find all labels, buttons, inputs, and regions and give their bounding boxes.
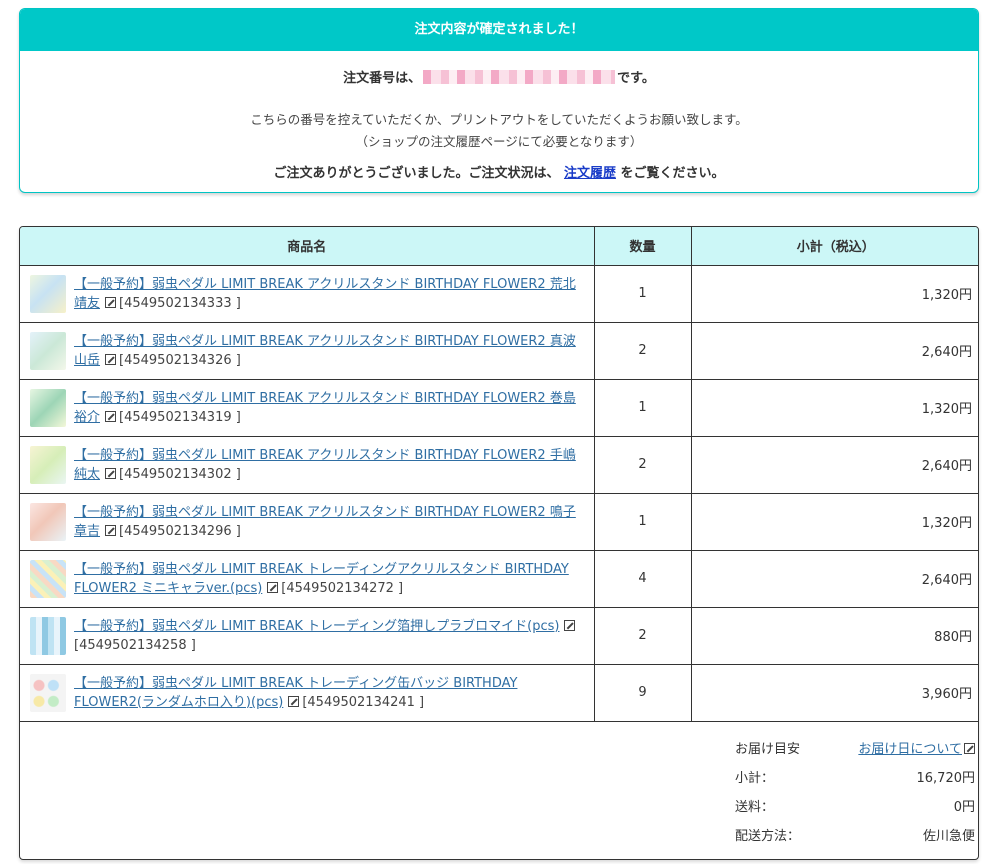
order-items-table: 商品名 数量 小計（税込） 【一般予約】弱虫ペダル LIMIT BREAK アク… (19, 226, 979, 860)
item-subtotal: 2,640円 (691, 322, 978, 380)
product-jan: [4549502134319 ] (119, 409, 241, 425)
external-link-icon (564, 619, 576, 631)
confirmation-header: 注文内容が確定されました！ (20, 9, 978, 51)
external-link-icon (105, 410, 117, 422)
product-jan: [4549502134296 ] (119, 523, 241, 539)
shipping-value: 0円 (953, 800, 975, 815)
note-line-1: こちらの番号を控えていただくか、プリントアウトをしていただくようお願い致します。 (250, 112, 748, 127)
column-header-qty: 数量 (594, 227, 692, 266)
shipping-label: 送料： (735, 800, 775, 815)
product-thumbnail[interactable] (30, 559, 66, 598)
product-thumbnail[interactable] (30, 673, 66, 712)
table-row: 【一般予約】弱虫ペダル LIMIT BREAK アクリルスタンド BIRTHDA… (20, 322, 978, 380)
item-quantity: 2 (594, 607, 692, 665)
table-row: 【一般予約】弱虫ペダル LIMIT BREAK アクリルスタンド BIRTHDA… (20, 379, 978, 437)
order-number-prefix: 注文番号は、 (343, 71, 422, 86)
product-jan: [4549502134241 ] (302, 694, 425, 710)
order-confirmation-panel: 注文内容が確定されました！ 注文番号は、 です。 こちらの番号を控えていただくか、… (19, 8, 979, 193)
external-link-icon (105, 353, 117, 365)
item-quantity: 1 (594, 493, 692, 551)
delivery-estimate-row: お届け目安 お届け日について (735, 733, 975, 762)
item-subtotal: 1,320円 (691, 265, 978, 323)
product-thumbnail[interactable] (30, 616, 66, 655)
table-header-row: 商品名 数量 小計（税込） (20, 227, 978, 266)
item-subtotal: 2,640円 (691, 436, 978, 494)
column-header-name: 商品名 (20, 227, 595, 266)
product-thumbnail[interactable] (30, 502, 66, 541)
item-quantity: 2 (594, 436, 692, 494)
delivery-label: お届け目安 (735, 742, 801, 757)
external-link-icon (105, 524, 117, 536)
product-thumbnail[interactable] (30, 445, 66, 484)
delivery-info-link[interactable]: お届け日について (858, 742, 962, 757)
table-row: 【一般予約】弱虫ペダル LIMIT BREAK アクリルスタンド BIRTHDA… (20, 265, 978, 323)
subtotal-value: 16,720円 (916, 771, 976, 786)
order-history-link[interactable]: 注文履歴 (564, 166, 616, 181)
item-quantity: 1 (594, 265, 692, 323)
column-header-subtotal: 小計（税込） (691, 227, 978, 266)
table-row: 【一般予約】弱虫ペダル LIMIT BREAK アクリルスタンド BIRTHDA… (20, 436, 978, 494)
item-quantity: 1 (594, 379, 692, 437)
product-thumbnail[interactable] (30, 274, 66, 313)
shipping-row: 送料： 0円 (735, 791, 975, 820)
delivery-method-row: 配送方法： 佐川急便 (735, 820, 975, 849)
item-subtotal: 1,320円 (691, 379, 978, 437)
product-thumbnail[interactable] (30, 388, 66, 427)
order-number-line: 注文番号は、 です。 (20, 67, 978, 86)
item-subtotal: 2,640円 (691, 550, 978, 608)
external-link-icon (267, 581, 279, 593)
table-row: 【一般予約】弱虫ペダル LIMIT BREAK アクリルスタンド BIRTHDA… (20, 493, 978, 551)
item-subtotal: 3,960円 (691, 664, 978, 722)
product-jan: [4549502134258 ] (74, 637, 196, 653)
product-jan: [4549502134333 ] (119, 295, 241, 311)
product-thumbnail[interactable] (30, 331, 66, 370)
item-subtotal: 1,320円 (691, 493, 978, 551)
table-row: 【一般予約】弱虫ペダル LIMIT BREAK トレーディング箔押しプラブロマイ… (20, 607, 978, 665)
order-number-redacted (423, 70, 616, 84)
external-link-icon (105, 296, 117, 308)
product-jan: [4549502134302 ] (119, 466, 241, 482)
product-jan: [4549502134326 ] (119, 352, 241, 368)
product-jan: [4549502134272 ] (281, 580, 404, 596)
method-label: 配送方法： (735, 829, 801, 844)
thanks-suffix: をご覧ください。 (620, 166, 725, 181)
item-subtotal: 880円 (691, 607, 978, 665)
external-link-icon (288, 695, 300, 707)
thanks-line: ご注文ありがとうございました。ご注文状況は、 注文履歴 をご覧ください。 (20, 162, 978, 181)
external-link-icon (964, 743, 975, 754)
note-line-2: （ショップの注文履歴ページにて必要となります） (355, 134, 643, 149)
item-quantity: 4 (594, 550, 692, 608)
external-link-icon (105, 467, 117, 479)
order-number-suffix: です。 (617, 71, 655, 86)
order-summary: お届け目安 お届け日について 小計： 16,720円 送料： 0円 配送方法： … (735, 733, 975, 849)
table-row: 【一般予約】弱虫ペダル LIMIT BREAK トレーディング缶バッジ BIRT… (20, 664, 978, 722)
subtotal-label: 小計： (735, 771, 775, 786)
method-value: 佐川急便 (922, 829, 975, 844)
item-quantity: 2 (594, 322, 692, 380)
thanks-prefix: ご注文ありがとうございました。ご注文状況は、 (273, 166, 560, 181)
product-link[interactable]: 【一般予約】弱虫ペダル LIMIT BREAK トレーディング箔押しプラブロマイ… (74, 619, 559, 634)
table-row: 【一般予約】弱虫ペダル LIMIT BREAK トレーディングアクリルスタンド … (20, 550, 978, 608)
subtotal-row: 小計： 16,720円 (735, 762, 975, 791)
item-quantity: 9 (594, 664, 692, 722)
